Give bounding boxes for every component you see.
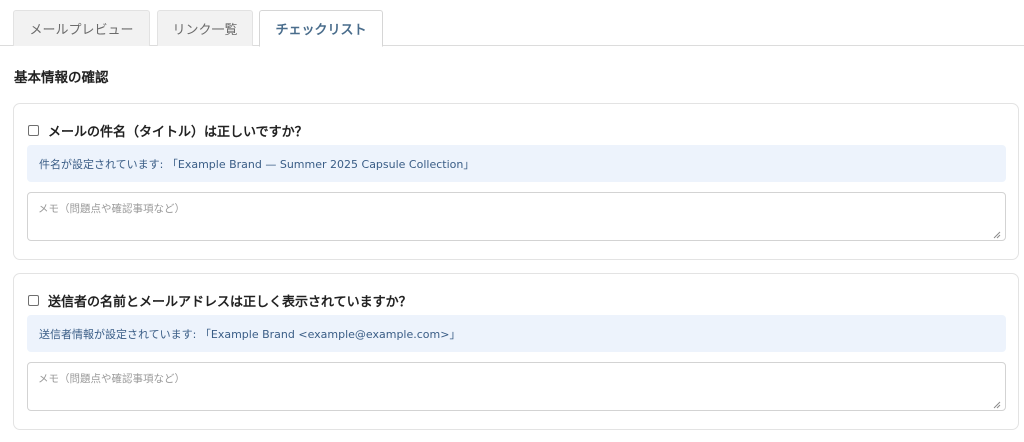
checklist-question-row: 送信者の名前とメールアドレスは正しく表示されていますか？ [28, 291, 412, 310]
memo-textarea[interactable] [27, 192, 1006, 241]
checklist-item: 送信者の名前とメールアドレスは正しく表示されていますか？ 送信者情報が設定されて… [13, 273, 1019, 430]
tab-mail-preview[interactable]: メールプレビュー [13, 10, 150, 46]
checklist-checkbox[interactable] [28, 125, 39, 136]
section-title: 基本情報の確認 [14, 70, 109, 86]
checklist-question: メールの件名（タイトル）は正しいですか？ [48, 125, 308, 140]
tab-checklist[interactable]: チェックリスト [259, 10, 383, 47]
checklist-question-row: メールの件名（タイトル）は正しいですか？ [28, 121, 308, 140]
checklist-item: メールの件名（タイトル）は正しいですか？ 件名が設定されています: 「Examp… [13, 103, 1019, 260]
checklist-question: 送信者の名前とメールアドレスは正しく表示されていますか？ [48, 295, 412, 310]
tab-link-list[interactable]: リンク一覧 [157, 10, 253, 46]
subject-info-banner: 件名が設定されています: 「Example Brand — Summer 202… [27, 145, 1006, 182]
sender-info-banner: 送信者情報が設定されています: 「Example Brand <example@… [27, 315, 1006, 352]
memo-textarea[interactable] [27, 362, 1006, 411]
tab-bar: メールプレビュー リンク一覧 チェックリスト [0, 0, 1024, 47]
checklist-checkbox[interactable] [28, 295, 39, 306]
